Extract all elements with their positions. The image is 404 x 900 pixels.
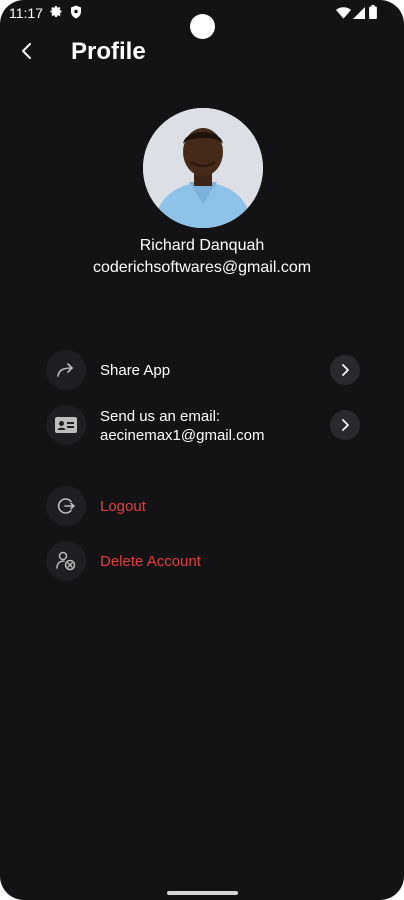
logout-icon <box>46 486 86 526</box>
back-button[interactable] <box>12 38 42 68</box>
shield-icon <box>70 5 82 24</box>
chevron-right-icon[interactable] <box>330 410 360 440</box>
wifi-icon <box>336 6 351 24</box>
battery-icon <box>369 5 377 24</box>
share-icon <box>46 350 86 390</box>
status-bar: 11:17 <box>0 0 404 39</box>
menu-item-delete-account[interactable]: Delete Account <box>46 541 362 581</box>
logout-label: Logout <box>100 498 146 515</box>
menu-item-share-app[interactable]: Share App <box>46 350 362 390</box>
home-indicator[interactable] <box>167 891 238 895</box>
page-title: Profile <box>71 38 146 65</box>
delete-user-icon <box>46 541 86 581</box>
send-email-label-line1: Send us an email: <box>100 408 221 425</box>
profile-name: Richard Danquah <box>139 237 265 254</box>
contact-card-icon <box>46 405 86 445</box>
camera-cutout <box>190 14 215 39</box>
menu-item-logout[interactable]: Logout <box>46 486 362 526</box>
menu-item-send-email[interactable]: Send us an email: aecinemax1@gmail.com <box>46 405 362 445</box>
back-arrow-icon <box>19 42 35 65</box>
phone-screen: 11:17 Profile Richard Danquah coderichso… <box>0 0 404 900</box>
chevron-right-icon[interactable] <box>330 355 360 385</box>
delete-account-label: Delete Account <box>100 553 201 570</box>
profile-email: coderichsoftwares@gmail.com <box>92 259 312 276</box>
send-email-address: aecinemax1@gmail.com <box>100 427 265 444</box>
share-app-label: Share App <box>100 362 171 379</box>
avatar <box>143 108 263 228</box>
send-email-label: Send us an email: aecinemax1@gmail.com <box>100 407 264 445</box>
status-time: 11:17 <box>9 5 43 21</box>
gear-icon <box>50 5 63 23</box>
signal-icon <box>353 6 365 24</box>
